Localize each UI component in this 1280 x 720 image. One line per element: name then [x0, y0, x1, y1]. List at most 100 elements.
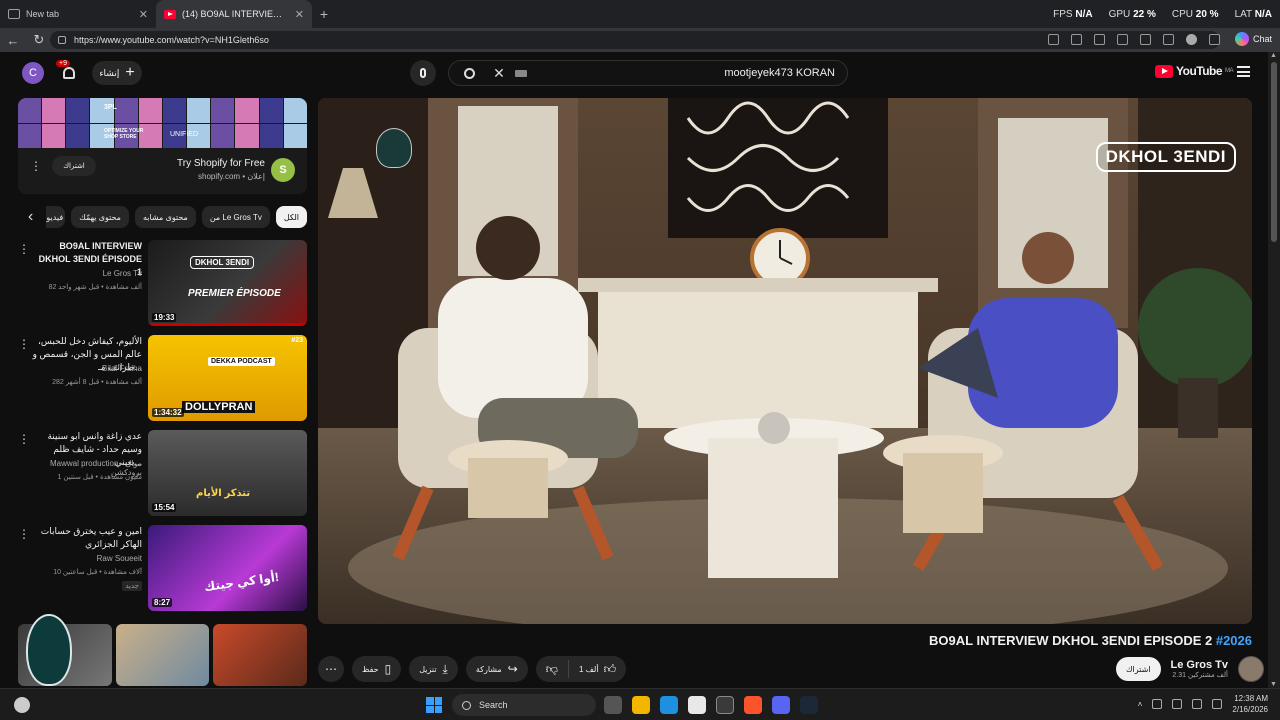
chevron-left-icon[interactable]: ‹ — [28, 208, 33, 226]
more-menu-icon[interactable] — [1209, 34, 1220, 45]
page-scrollbar[interactable]: ▲ ▼ — [1268, 52, 1280, 688]
battery-icon[interactable] — [1212, 699, 1223, 709]
scroll-down-arrow-icon[interactable]: ▼ — [1270, 681, 1277, 688]
create-button[interactable]: إنشاء + — [92, 61, 142, 85]
chip-videos[interactable]: فيديو — [46, 206, 66, 228]
close-tab-icon[interactable]: ✕ — [295, 8, 304, 21]
reload-icon[interactable]: ↻ — [26, 32, 52, 48]
extensions-icon[interactable] — [1117, 34, 1128, 45]
mic-icon[interactable] — [1152, 699, 1163, 709]
item-menu-icon[interactable]: ⋮ — [18, 242, 30, 256]
clear-search-icon[interactable]: ✕ — [489, 65, 509, 82]
guide-menu-icon[interactable] — [1237, 66, 1250, 77]
page-icon — [8, 9, 20, 19]
youtube-logo[interactable]: YouTube MA — [1155, 64, 1234, 78]
tab-new-tab[interactable]: New tab ✕ — [0, 0, 156, 28]
video-thumbnail[interactable]: DKHOL 3ENDI PREMIER ÉPISODE 19:33 — [148, 240, 307, 326]
ad-subscribe-button[interactable]: اشتراك — [52, 156, 96, 176]
start-button-icon[interactable] — [426, 697, 442, 713]
voice-search-mic-icon[interactable] — [410, 60, 436, 86]
search-icon[interactable] — [449, 60, 489, 86]
chip-from-channel[interactable]: من Le Gros Tv — [201, 206, 270, 228]
scrollbar-thumb[interactable] — [1271, 62, 1277, 242]
short-thumbnail[interactable] — [213, 624, 308, 686]
favorites-icon[interactable] — [1140, 34, 1151, 45]
like-button[interactable]: 1 ألف 👍︎ — [567, 660, 626, 678]
url-field[interactable]: https://www.youtube.com/watch?v=NH1Gleth… — [50, 31, 1220, 49]
chip-related[interactable]: محتوى مشابه — [134, 206, 196, 228]
subscribe-button[interactable]: اشتراك — [1115, 657, 1161, 681]
more-actions-button[interactable]: ⋯ — [318, 656, 344, 682]
scroll-up-arrow-icon[interactable]: ▲ — [1270, 52, 1277, 59]
item-menu-icon[interactable]: ⋮ — [18, 432, 30, 446]
video-thumbnail[interactable]: أوا كي جيتك! 8:27 — [148, 525, 307, 611]
volume-icon[interactable] — [1192, 699, 1203, 709]
favorite-star-icon[interactable] — [1094, 34, 1105, 45]
app-icon[interactable] — [716, 696, 734, 714]
ad-title[interactable]: Try Shopify for Free — [177, 158, 265, 169]
video-meta: 82 ألف مشاهدة • قبل شهر واحد — [48, 284, 142, 291]
taskbar-search[interactable]: Search — [452, 694, 596, 716]
translate-icon[interactable] — [1071, 34, 1082, 45]
save-button[interactable]: حفظ ▯ — [352, 656, 402, 682]
video-player[interactable]: DKHOL 3ENDI — [318, 98, 1252, 624]
widgets-icon[interactable] — [14, 697, 30, 713]
shopify-logo-icon[interactable]: S — [271, 158, 295, 182]
channel-name[interactable]: Le Gros Tv — [1171, 659, 1228, 671]
dislike-button[interactable]: 👎︎ — [536, 662, 568, 677]
search-input[interactable]: mootjeyek473 KORAN — [724, 67, 835, 79]
ad-banner-image[interactable] — [18, 98, 307, 148]
site-info-icon[interactable] — [58, 36, 66, 44]
video-title[interactable]: امين و عيب يخترق حسابات الهاكر الجزائري — [32, 525, 142, 551]
brave-icon[interactable] — [744, 696, 762, 714]
list-item[interactable]: ⋮ الأليوم، كيفاش دخل للحبس، عالم المس و … — [18, 335, 307, 421]
profile-avatar[interactable] — [1186, 34, 1197, 45]
video-thumbnail[interactable]: تتذكر الأيام 15:54 — [148, 430, 307, 516]
task-view-icon[interactable] — [604, 696, 622, 714]
network-icon[interactable] — [1172, 699, 1183, 709]
notifications-bell-icon[interactable]: +9 — [56, 60, 78, 82]
fps-readout: FPS N/A — [1053, 8, 1093, 20]
apps-icon[interactable] — [1048, 34, 1059, 45]
channel-avatar[interactable] — [1238, 656, 1264, 682]
clock[interactable]: 12:38 AM 2/16/2026 — [1232, 693, 1268, 715]
video-thumbnail[interactable]: DEKKA PODCAST #23 DOLLYPRAN 1:34:32 — [148, 335, 307, 421]
item-menu-icon[interactable]: ⋮ — [18, 337, 30, 351]
file-explorer-icon[interactable] — [632, 696, 650, 714]
keyboard-icon[interactable] — [515, 69, 527, 77]
channel-text: Le Gros Tv 2.31 ألف مشتركين — [1171, 659, 1228, 679]
item-menu-icon[interactable]: ⋮ — [18, 527, 30, 541]
copilot-chat-button[interactable]: Chat — [1234, 32, 1272, 46]
list-item[interactable]: ⋮ BO9AL INTERVIEW DKHOL 3ENDI ÉPISODE 1 … — [18, 240, 307, 326]
edge-icon[interactable] — [660, 696, 678, 714]
logo-region: MA — [1225, 68, 1234, 74]
ad-card[interactable]: 3PL OPTIMIZE YOUR SHOP STORE UNIFIED ⋮ ا… — [18, 98, 307, 194]
download-button[interactable]: تنزيل ⤓ — [409, 656, 458, 682]
tray-overflow-icon[interactable]: ˄ — [1138, 700, 1143, 709]
video-overlay-logo: DKHOL 3ENDI — [1095, 142, 1236, 172]
channel-name[interactable]: Raw Soueeit — [97, 554, 142, 563]
video-hashtag[interactable]: #2026 — [1216, 633, 1252, 648]
chip-for-you[interactable]: محتوى يهمّك — [71, 206, 129, 228]
collections-icon[interactable] — [1163, 34, 1174, 45]
thumb-logo: DKHOL 3ENDI — [190, 256, 255, 269]
discord-icon[interactable] — [772, 696, 790, 714]
ad-domain: shopify.com • إعلان — [198, 172, 265, 181]
notepad-icon[interactable] — [688, 696, 706, 714]
list-item[interactable]: ⋮ امين و عيب يخترق حسابات الهاكر الجزائر… — [18, 525, 307, 611]
share-button[interactable]: مشاركة ↪ — [465, 656, 528, 682]
channel-name[interactable]: Bilal Fraiha — [102, 364, 142, 373]
short-thumbnail[interactable] — [115, 624, 210, 686]
chip-all[interactable]: الكل — [275, 206, 307, 228]
ad-menu-icon[interactable]: ⋮ — [30, 159, 42, 173]
channel-name[interactable]: Le Gros Tv — [103, 269, 142, 278]
bell-shape — [63, 67, 75, 79]
tab-youtube[interactable]: (14) BO9AL INTERVIEW DKHOL 3ENDI ✕ — [156, 0, 312, 28]
list-item[interactable]: ⋮ عدي زاغة وانس ابو سنينة وسيم حداد - شا… — [18, 430, 307, 516]
account-avatar[interactable]: C — [22, 62, 44, 84]
close-tab-icon[interactable]: ✕ — [139, 8, 148, 21]
steam-icon[interactable] — [800, 696, 818, 714]
search-box[interactable]: ✕ mootjeyek473 KORAN — [448, 60, 848, 86]
new-tab-button[interactable]: + — [312, 6, 336, 22]
back-arrow-icon[interactable]: ← — [0, 33, 26, 48]
